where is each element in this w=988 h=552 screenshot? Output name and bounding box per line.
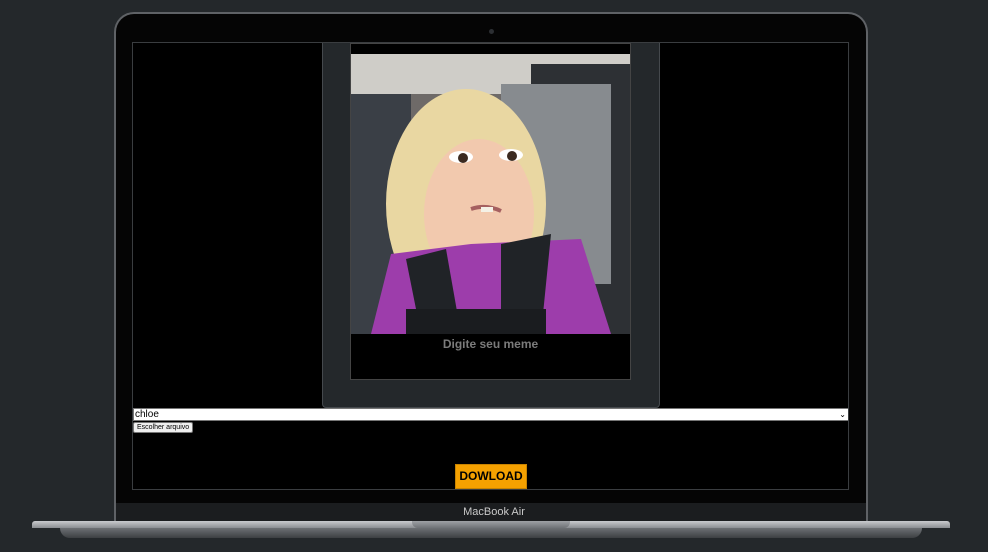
template-select[interactable]: chloe ⌄ bbox=[133, 408, 848, 421]
laptop-base-shadow bbox=[60, 528, 922, 538]
child-photo-image bbox=[351, 54, 630, 334]
meme-photo bbox=[351, 54, 630, 334]
chevron-down-icon: ⌄ bbox=[839, 410, 846, 419]
meme-caption[interactable]: Digite seu meme bbox=[351, 337, 630, 351]
download-button[interactable]: DOWLOAD bbox=[455, 464, 527, 489]
app-screen: Digite seu meme chloe ⌄ Escolher arquivo… bbox=[132, 42, 849, 490]
file-upload-button[interactable]: Escolher arquivo bbox=[133, 422, 194, 433]
laptop-hinge-notch bbox=[412, 521, 570, 528]
template-select-value: chloe bbox=[135, 409, 159, 420]
brand-label: MacBook Air bbox=[463, 506, 525, 518]
camera-icon bbox=[489, 29, 494, 34]
